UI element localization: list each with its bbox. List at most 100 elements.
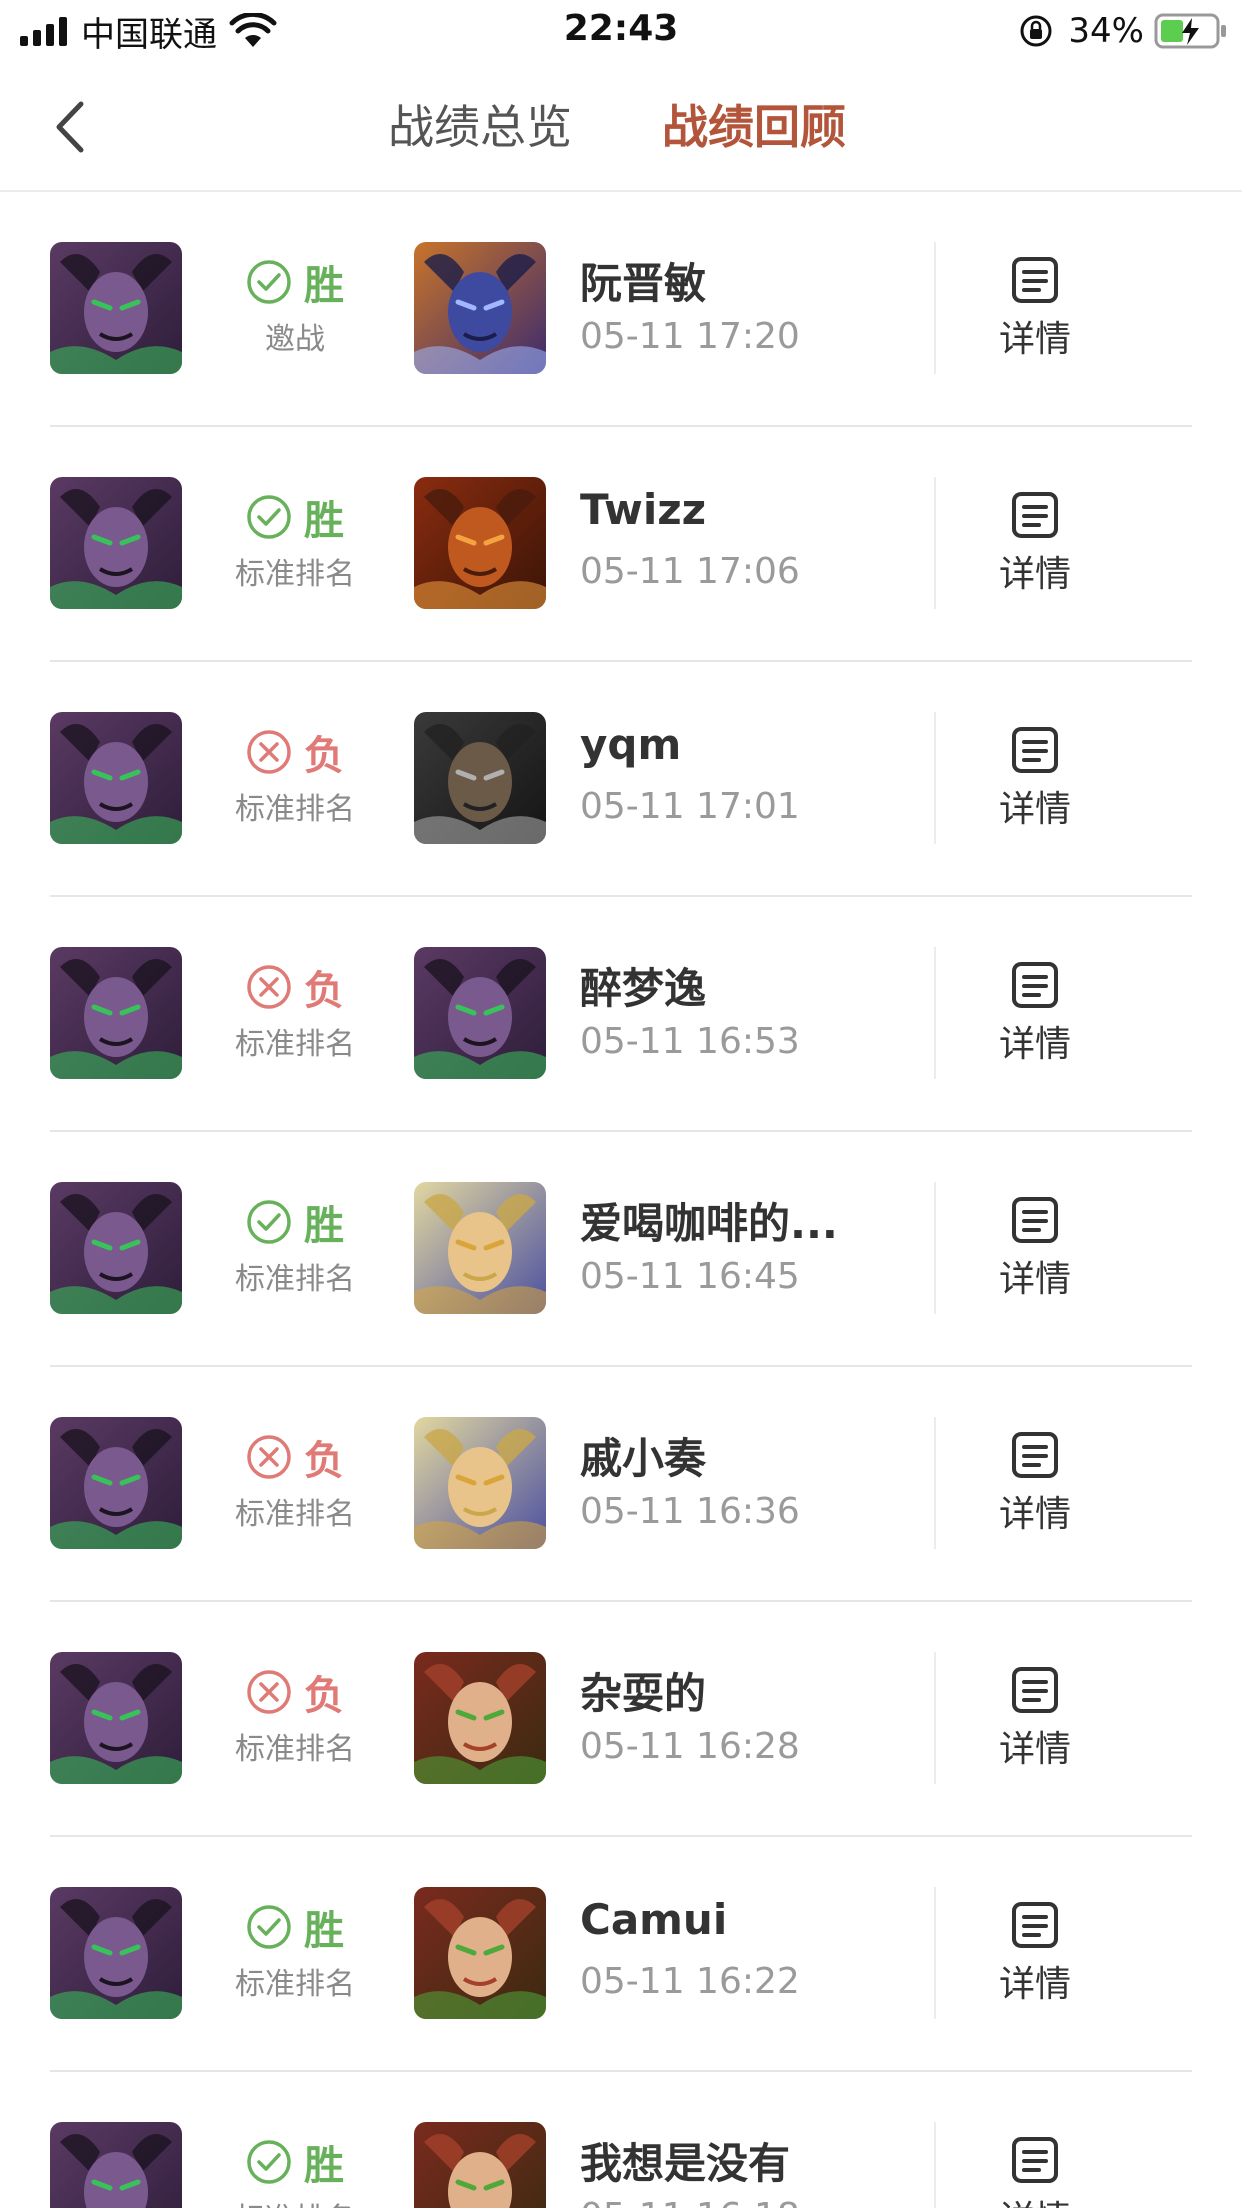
- vertical-divider: [934, 2122, 936, 2208]
- match-list: 胜 邀战 阮晋敏 05-11 17:20 详情 胜 标准排名 Twizz 05-…: [0, 192, 1242, 2208]
- hunter-portrait: [414, 2122, 546, 2208]
- x-circle-icon: [247, 1435, 291, 1479]
- player-hero-avatar: [50, 2122, 182, 2208]
- illidan-portrait: [50, 242, 182, 374]
- opponent-hero-avatar: [414, 242, 546, 374]
- match-row[interactable]: 负 标准排名 戚小奏 05-11 16:36 详情: [0, 1367, 1242, 1602]
- illidan-portrait: [50, 1652, 182, 1784]
- match-row[interactable]: 负 标准排名 杂耍的 05-11 16:28 详情: [0, 1602, 1242, 1837]
- result-label: 负: [304, 1438, 344, 1484]
- game-mode: 邀战: [265, 322, 325, 357]
- detail-label: 详情: [998, 1024, 1071, 1065]
- match-row[interactable]: 胜 标准排名 我想是没有 05-11 16:18 详情: [0, 2072, 1242, 2208]
- detail-button[interactable]: 详情: [980, 1664, 1090, 1772]
- match-row[interactable]: 胜 邀战 阮晋敏 05-11 17:20 详情: [0, 192, 1242, 427]
- match-time: 05-11 16:36: [580, 1491, 800, 1532]
- match-result: 负 标准排名: [220, 1429, 370, 1533]
- player-hero-avatar: [50, 1652, 182, 1784]
- player-hero-avatar: [50, 477, 182, 609]
- document-icon: [1012, 1432, 1058, 1478]
- illidan-portrait: [414, 947, 546, 1079]
- opponent-hero-avatar: [414, 1887, 546, 2019]
- detail-button[interactable]: 详情: [980, 724, 1090, 832]
- detail-label: 详情: [998, 1729, 1071, 1770]
- x-circle-icon: [247, 1670, 291, 1714]
- match-row[interactable]: 胜 标准排名 Camui 05-11 16:22 详情: [0, 1837, 1242, 2072]
- vertical-divider: [934, 947, 936, 1079]
- match-row[interactable]: 负 标准排名 醉梦逸 05-11 16:53 详情: [0, 897, 1242, 1132]
- match-time: 05-11 17:01: [580, 786, 800, 827]
- detail-button[interactable]: 详情: [980, 959, 1090, 1067]
- detail-label: 详情: [998, 1964, 1071, 2005]
- illidan-portrait: [50, 1417, 182, 1549]
- document-icon: [1012, 492, 1058, 538]
- rotation-lock-icon: [1020, 15, 1052, 47]
- opponent-name: Camui: [580, 1895, 728, 1944]
- game-mode: 标准排名: [235, 1027, 355, 1062]
- chevron-left-icon: [56, 101, 84, 153]
- illidan-portrait: [50, 1182, 182, 1314]
- detail-label: 详情: [998, 1494, 1071, 1535]
- back-button[interactable]: [40, 92, 100, 162]
- paladin-portrait: [414, 1182, 546, 1314]
- check-circle-icon: [247, 1905, 291, 1949]
- status-right: 34%: [1018, 10, 1228, 52]
- detail-label: 详情: [980, 2190, 1090, 2208]
- match-result: 胜 标准排名: [220, 1194, 370, 1298]
- opponent-name: 我想是没有: [580, 2139, 791, 2188]
- match-result: 负 标准排名: [220, 724, 370, 828]
- opponent-hero-avatar: [414, 1182, 546, 1314]
- match-time: 05-11 17:20: [580, 316, 800, 357]
- opponent-hero-avatar: [414, 477, 546, 609]
- illidan-portrait: [50, 1887, 182, 2019]
- opponent-name: 爱喝咖啡的...: [580, 1199, 838, 1248]
- illidan-portrait: [50, 2122, 182, 2208]
- opponent-name: 戚小奏: [580, 1434, 707, 1483]
- opponent-name: 杂耍的: [580, 1669, 707, 1718]
- match-time: 05-11 16:28: [580, 1726, 800, 1767]
- check-circle-icon: [247, 2140, 291, 2184]
- tab-review[interactable]: 战绩回顾: [662, 92, 846, 162]
- detail-button[interactable]: 详情: [980, 489, 1090, 597]
- detail-button[interactable]: 详情: [980, 1429, 1090, 1537]
- nav-bar: 战绩总览 战绩回顾: [0, 62, 1242, 192]
- vertical-divider: [934, 242, 936, 374]
- result-label: 胜: [304, 263, 344, 309]
- match-time: 05-11 16:45: [580, 1256, 800, 1297]
- result-label: 胜: [304, 498, 344, 544]
- match-row[interactable]: 负 标准排名 yqm 05-11 17:01 详情: [0, 662, 1242, 897]
- illidan-portrait: [50, 712, 182, 844]
- player-hero-avatar: [50, 242, 182, 374]
- paladin-portrait: [414, 1417, 546, 1549]
- vertical-divider: [934, 1182, 936, 1314]
- opponent-hero-avatar: [414, 2122, 546, 2208]
- match-row[interactable]: 胜 标准排名 Twizz 05-11 17:06 详情: [0, 427, 1242, 662]
- document-icon: [1012, 257, 1058, 303]
- detail-button[interactable]: 详情: [980, 254, 1090, 362]
- game-mode: 标准排名: [235, 1262, 355, 1297]
- opponent-hero-avatar: [414, 947, 546, 1079]
- document-icon: [1012, 1667, 1058, 1713]
- detail-button[interactable]: 详情: [980, 1194, 1090, 1302]
- match-result: 胜 标准排名: [220, 1899, 370, 2003]
- match-time: 05-11 16:22: [580, 1961, 800, 2002]
- opponent-hero-avatar: [414, 712, 546, 844]
- game-mode: 标准排名: [235, 1497, 355, 1532]
- hunter-portrait: [414, 1652, 546, 1784]
- match-result: 胜 邀战: [220, 254, 370, 358]
- document-icon: [1012, 962, 1058, 1008]
- detail-button[interactable]: 详情: [980, 2134, 1090, 2208]
- x-circle-icon: [247, 730, 291, 774]
- detail-label: 详情: [998, 1259, 1071, 1300]
- lich-portrait: [414, 242, 546, 374]
- match-row[interactable]: 胜 标准排名 爱喝咖啡的... 05-11 16:45 详情: [0, 1132, 1242, 1367]
- match-result: 胜 标准排名: [220, 2134, 370, 2208]
- orc-portrait: [414, 477, 546, 609]
- check-circle-icon: [247, 260, 291, 304]
- tab-overview[interactable]: 战绩总览: [388, 92, 572, 162]
- game-mode: 标准排名: [235, 1967, 355, 2002]
- detail-button[interactable]: 详情: [980, 1899, 1090, 2007]
- vertical-divider: [934, 1887, 936, 2019]
- check-circle-icon: [247, 495, 291, 539]
- match-result: 负 标准排名: [220, 1664, 370, 1768]
